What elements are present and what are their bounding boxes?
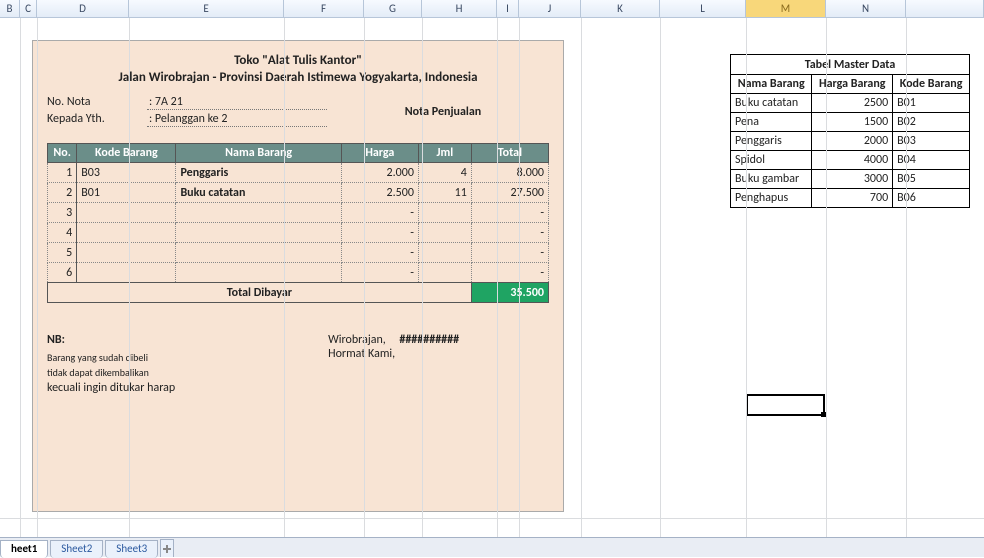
worksheet-grid[interactable]: Toko "Alat Tulis Kantor" Jalan Wirobraja… (0, 18, 984, 537)
column-header-B[interactable]: B (0, 0, 20, 17)
nota-card: Toko "Alat Tulis Kantor" Jalan Wirobraja… (32, 40, 564, 512)
kepada-value[interactable]: : Pelanggan ke 2 (147, 112, 327, 127)
column-header-N[interactable]: N (826, 0, 906, 17)
master-row[interactable]: Pena1500B02 (731, 113, 970, 132)
master-table[interactable]: Nama Barang Harga Barang Kode Barang Buk… (730, 74, 970, 208)
sign-line: Hormat Kami, (328, 347, 549, 361)
nb-line-3: kecuali ingin ditukar harap (47, 381, 328, 395)
column-header-G[interactable]: G (364, 0, 422, 17)
active-cell-cursor (746, 394, 825, 416)
nb-line-1: Barang yang sudah dibeli (47, 351, 328, 364)
col-jml: Jml (418, 144, 471, 163)
nota-row[interactable]: 4-- (48, 223, 549, 243)
col-harga: Harga (341, 144, 418, 163)
sheet-tab-Sheet3[interactable]: Sheet3 (105, 540, 158, 558)
store-address: Jalan Wirobrajan - Provinsi Daerah Istim… (47, 70, 549, 85)
master-row[interactable]: Spidol4000B04 (731, 151, 970, 170)
master-row[interactable]: Penggaris2000B03 (731, 132, 970, 151)
column-header-L[interactable]: L (660, 0, 746, 17)
col-no: No. (48, 144, 77, 163)
column-header-E[interactable]: E (129, 0, 284, 17)
nb-line-2: tidak dapat dikembalikan (47, 366, 328, 379)
nota-row[interactable]: 2B01Buku catatan2.5001127.500 (48, 183, 549, 203)
col-kode: Kode Barang (77, 144, 176, 163)
master-title: Tabel Master Data (730, 54, 970, 74)
sheet-tab-Sheet2[interactable]: Sheet2 (50, 540, 103, 558)
master-table-container: Tabel Master Data Nama Barang Harga Bara… (730, 54, 970, 208)
nb-label: NB: (47, 333, 328, 347)
nota-row[interactable]: 5-- (48, 243, 549, 263)
total-value: 35.500 (471, 283, 548, 303)
master-col-nama: Nama Barang (731, 75, 812, 94)
sheet-tab-heet1[interactable]: heet1 (0, 540, 48, 558)
column-header-C[interactable]: C (20, 0, 37, 17)
nota-penjualan-header: Nota Penjualan (353, 105, 533, 119)
column-header-J[interactable]: J (519, 0, 581, 17)
col-total: Total (471, 144, 548, 163)
column-header-D[interactable]: D (37, 0, 129, 17)
column-header-M[interactable]: M (746, 0, 826, 17)
sign-date-placeholder: ########## (399, 333, 459, 347)
nota-row[interactable]: 1B03Penggaris2.00048.000 (48, 163, 549, 183)
col-nama: Nama Barang (176, 144, 341, 163)
master-row[interactable]: Buku gambar3000B05 (731, 170, 970, 189)
nota-row[interactable]: 3-- (48, 203, 549, 223)
column-header-F[interactable]: F (284, 0, 364, 17)
no-nota-label: No. Nota (47, 95, 147, 110)
no-nota-value[interactable]: : 7A 21 (147, 95, 327, 110)
store-title: Toko "Alat Tulis Kantor" (47, 53, 549, 68)
master-col-kode: Kode Barang (893, 75, 970, 94)
master-col-harga: Harga Barang (812, 75, 893, 94)
sheet-tabs[interactable]: heet1Sheet2Sheet3 (0, 537, 984, 557)
new-sheet-icon[interactable] (160, 539, 174, 557)
sign-place: Wirobrajan, (328, 333, 386, 347)
kepada-label: Kepada Yth. (47, 112, 147, 127)
column-header-K[interactable]: K (581, 0, 660, 17)
column-headers[interactable]: BCDEFGHIJKLMN (0, 0, 984, 18)
column-header-I[interactable]: I (497, 0, 519, 17)
column-header-H[interactable]: H (422, 0, 497, 17)
master-row[interactable]: Buku catatan2500B01 (731, 94, 970, 113)
nota-row[interactable]: 6-- (48, 263, 549, 283)
nota-table[interactable]: No. Kode Barang Nama Barang Harga Jml To… (47, 143, 549, 303)
total-label: Total Dibayar (48, 283, 472, 303)
master-row[interactable]: Penghapus700B06 (731, 189, 970, 208)
